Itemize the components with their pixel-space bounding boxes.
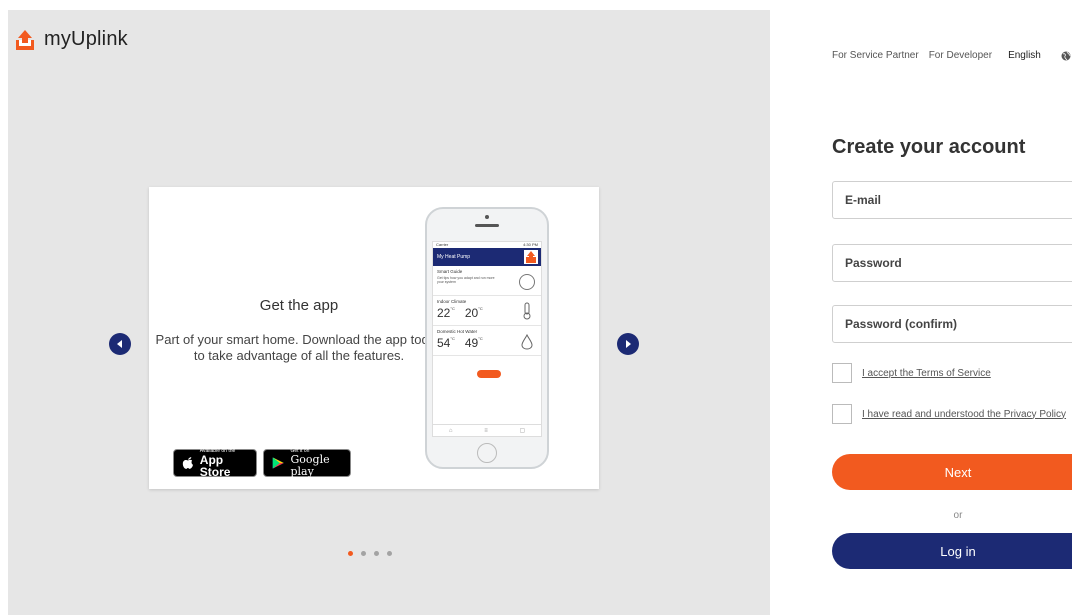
phone-orange-button <box>477 370 501 378</box>
google-play-badge[interactable]: Get it on Google play <box>263 448 351 478</box>
carousel-dot-1[interactable] <box>348 551 353 556</box>
carousel-dot-3[interactable] <box>374 551 379 556</box>
menu-icon: ≡ <box>484 427 488 434</box>
password-confirm-field[interactable] <box>832 305 1072 343</box>
google-play-text: Get it on Google play <box>291 448 343 478</box>
phone-indoor-temp1: 22 <box>437 306 451 320</box>
thermometer-icon <box>523 302 531 320</box>
phone-hot-temp2: 49 <box>464 336 479 350</box>
email-field[interactable] <box>832 181 1072 219</box>
carousel-dot-2[interactable] <box>361 551 366 556</box>
phone-hot-temp1: 54 <box>437 336 451 350</box>
phone-tab-bar: ⌂ ≡ ▢ <box>433 424 541 436</box>
phone-app-title: My Heat Pump <box>437 254 471 260</box>
phone-unit-4: °C <box>478 336 483 341</box>
page-root: myUplink Get the app Part of your smart … <box>0 0 1072 615</box>
phone-screen: Carrier 4:30 PM My Heat Pump Smart Guide… <box>432 241 542 437</box>
phone-indoor-temp2: 20 <box>464 306 479 320</box>
phone-camera <box>485 215 489 219</box>
language-selector[interactable]: English <box>1008 50 1041 61</box>
form-title: Create your account <box>832 136 1026 158</box>
globe-icon[interactable] <box>1061 51 1071 61</box>
phone-row-smart-guide: Smart Guide Get tips how you adapt and r… <box>433 266 541 296</box>
phone-row-indoor: Indoor Climate 22°C 20°C <box>433 296 541 326</box>
phone-row-hot-water: Domestic Hot Water 54°C 49°C <box>433 326 541 356</box>
terms-checkbox[interactable] <box>832 363 852 383</box>
privacy-row: I have read and understood the Privacy P… <box>832 404 1066 424</box>
phone-smart-guide-title: Smart Guide <box>437 269 463 274</box>
carousel-next-button[interactable] <box>617 333 639 355</box>
brand-name: myUplink <box>44 28 128 50</box>
google-play-icon <box>272 457 284 469</box>
chevron-right-icon <box>626 340 631 348</box>
uplink-logo-icon <box>16 29 34 50</box>
password-field[interactable] <box>832 244 1072 282</box>
carousel-panel: myUplink Get the app Part of your smart … <box>0 0 770 615</box>
phone-home-button <box>477 443 497 463</box>
brand-logo[interactable]: myUplink <box>14 28 128 51</box>
carousel-prev-button[interactable] <box>109 333 131 355</box>
carousel-slide: Get the app Part of your smart home. Dow… <box>149 187 599 489</box>
service-partner-link[interactable]: For Service Partner <box>832 50 919 61</box>
google-play-big: Google play <box>290 453 330 478</box>
settings-icon: ▢ <box>519 428 526 434</box>
phone-app-bar: My Heat Pump <box>433 248 541 266</box>
app-store-badge[interactable]: Available on the App Store <box>173 448 257 478</box>
slide-body: Part of your smart home. Download the ap… <box>155 332 443 363</box>
login-button[interactable]: Log in <box>832 533 1072 569</box>
privacy-link[interactable]: I have read and understood the Privacy P… <box>862 409 1066 420</box>
phone-uplink-logo-icon <box>524 250 538 264</box>
next-button[interactable]: Next <box>832 454 1072 490</box>
apple-icon <box>182 457 193 469</box>
carousel-dots <box>348 551 392 556</box>
app-store-text: Available on the App Store <box>200 448 248 478</box>
phone-unit-2: °C <box>478 306 483 311</box>
terms-row: I accept the Terms of Service <box>832 363 991 383</box>
developer-link[interactable]: For Developer <box>929 50 992 61</box>
home-icon: ⌂ <box>448 427 453 434</box>
phone-smart-guide-desc: Get tips how you adapt and run more your… <box>437 276 495 284</box>
top-nav: For Service Partner For Developer Englis… <box>832 50 1071 61</box>
privacy-checkbox[interactable] <box>832 404 852 424</box>
phone-unit-1: °C <box>450 306 455 311</box>
compass-icon <box>519 274 535 290</box>
water-drop-icon <box>521 334 533 350</box>
or-separator: or <box>953 510 963 521</box>
phone-unit-3: °C <box>450 336 455 341</box>
phone-speaker <box>475 224 499 227</box>
chevron-left-icon <box>117 340 122 348</box>
carousel-dot-4[interactable] <box>387 551 392 556</box>
phone-mockup: Carrier 4:30 PM My Heat Pump Smart Guide… <box>425 207 549 469</box>
slide-title: Get the app <box>259 297 339 314</box>
terms-link[interactable]: I accept the Terms of Service <box>862 368 991 379</box>
app-store-big: App Store <box>199 453 231 479</box>
